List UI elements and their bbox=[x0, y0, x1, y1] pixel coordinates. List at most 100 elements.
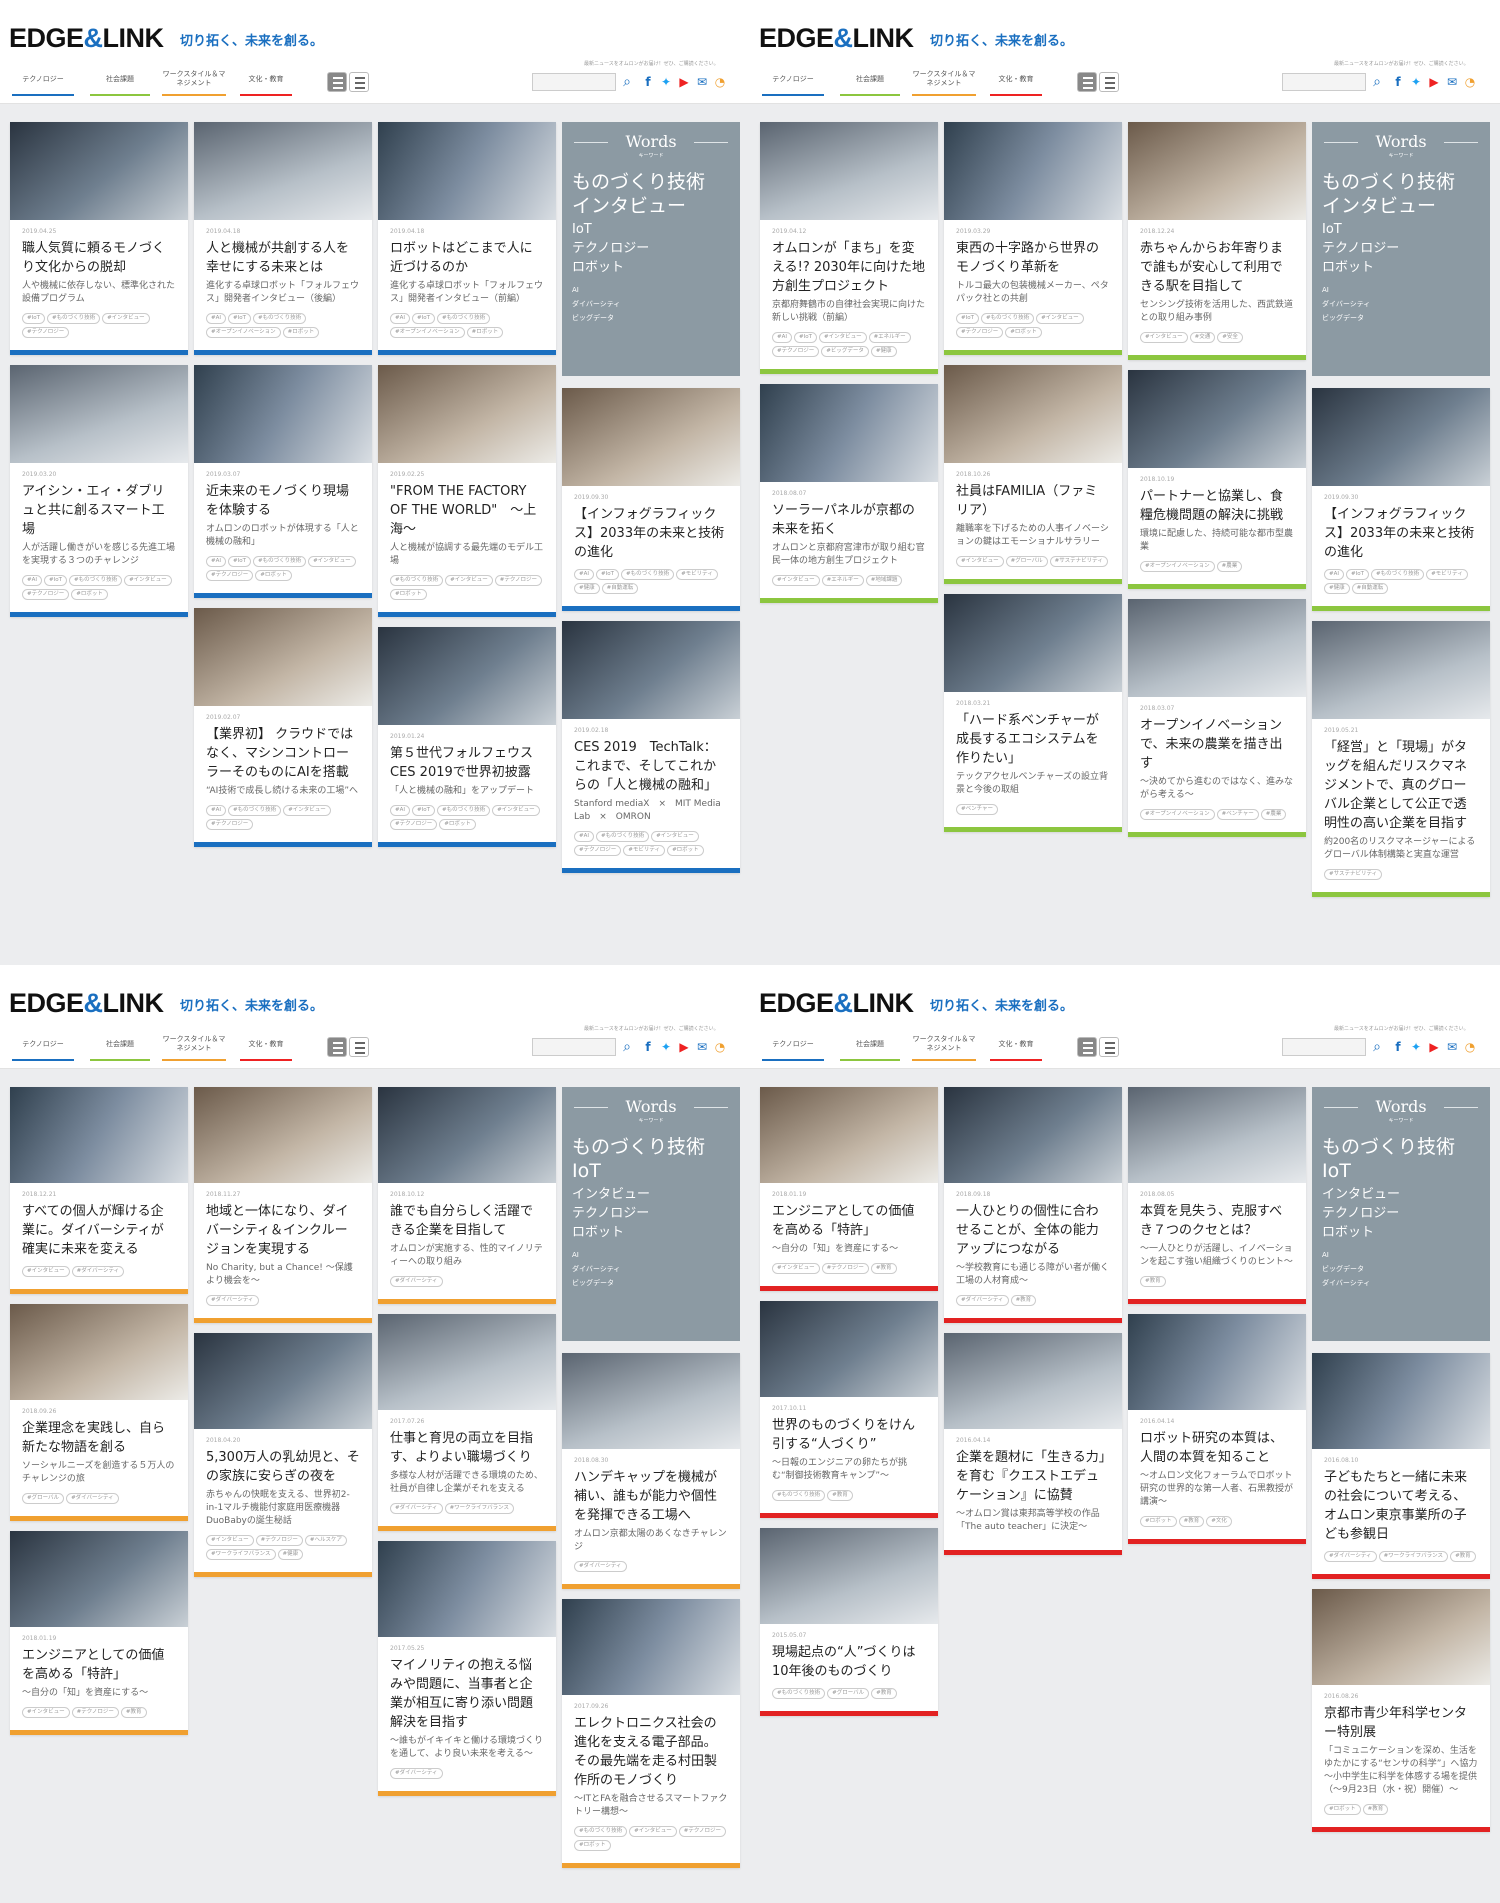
article-card[interactable]: 2018.10.19 パートナーと協業し、食糧危機問題の解決に挑戦 環境に配慮した、… bbox=[1128, 370, 1306, 589]
keyword-link[interactable]: AI bbox=[572, 283, 620, 297]
nav-item-3[interactable]: 文化・教育 bbox=[990, 1035, 1042, 1061]
tag-chip[interactable]: #健康 bbox=[574, 583, 600, 594]
facebook-icon[interactable]: f bbox=[640, 1038, 656, 1056]
grid-view-button[interactable] bbox=[327, 72, 347, 92]
article-card[interactable]: 2016.08.10 子どもたちと一緒に未来の社会について考える、オムロン東京事業… bbox=[1312, 1353, 1490, 1579]
tag-chip[interactable]: #IoT bbox=[596, 569, 619, 580]
article-card[interactable]: 2018.09.18 一人ひとりの個性に合わせることが、全体の能力アップにつながる… bbox=[944, 1087, 1122, 1323]
keyword-link[interactable]: IoT bbox=[1322, 1159, 1455, 1183]
tag-chip[interactable]: #AI bbox=[206, 313, 226, 324]
nav-item-0[interactable]: テクノロジー bbox=[12, 70, 74, 96]
tag-chip[interactable]: #インタビュー bbox=[22, 1266, 70, 1277]
tag-chip[interactable]: #テクノロジー bbox=[22, 589, 70, 600]
tag-chip[interactable]: #インタビュー bbox=[629, 1826, 677, 1837]
facebook-icon[interactable]: f bbox=[1390, 1038, 1406, 1056]
keyword-link[interactable]: IoT bbox=[572, 1159, 705, 1183]
tag-chip[interactable]: #ものづくり技術 bbox=[252, 556, 307, 567]
mail-icon[interactable]: ✉ bbox=[694, 1038, 710, 1056]
tag-chip[interactable]: #インタビュー bbox=[22, 1707, 70, 1718]
tag-chip[interactable]: #テクノロジー bbox=[772, 346, 820, 357]
tag-chip[interactable]: #教育 bbox=[120, 1707, 147, 1718]
tag-chip[interactable]: #インタビュー bbox=[1140, 332, 1188, 343]
facebook-icon[interactable]: f bbox=[1390, 73, 1406, 91]
keyword-link[interactable]: インタビュー bbox=[572, 1185, 650, 1204]
article-card[interactable]: 2019.05.21 「経営」と「現場」がタッグを組んだリスクマネジメントで、真の… bbox=[1312, 621, 1490, 897]
tag-chip[interactable]: #IoT bbox=[22, 313, 45, 324]
tag-chip[interactable]: #テクノロジー bbox=[821, 1263, 869, 1274]
youtube-icon[interactable]: ▶ bbox=[676, 1038, 692, 1056]
tag-chip[interactable]: #教育 bbox=[1010, 1295, 1037, 1306]
tag-chip[interactable]: #ヘルスケア bbox=[304, 1535, 347, 1546]
tag-chip[interactable]: #ロボット bbox=[466, 327, 504, 338]
article-card[interactable]: 2019.02.07 【業界初】 クラウドではなく、マシンコントローラーそのものに… bbox=[194, 608, 372, 847]
tag-chip[interactable]: #ロボット bbox=[667, 845, 704, 856]
tag-chip[interactable]: #教育 bbox=[1362, 1804, 1389, 1815]
twitter-icon[interactable]: ✦ bbox=[1408, 1038, 1424, 1056]
tag-chip[interactable]: #健康 bbox=[277, 1549, 304, 1560]
tag-chip[interactable]: #自動運転 bbox=[601, 583, 639, 594]
keyword-link[interactable]: ロボット bbox=[572, 258, 649, 277]
search-input[interactable] bbox=[532, 73, 616, 91]
mail-icon[interactable]: ✉ bbox=[1444, 1038, 1460, 1056]
keyword-link[interactable]: IoT bbox=[1322, 220, 1399, 239]
keyword-link[interactable]: ビッグデータ bbox=[1322, 311, 1370, 325]
tag-chip[interactable]: #テクノロジー bbox=[574, 845, 622, 856]
article-card[interactable]: 2019.03.29 東西の十字路から世界のモノづくり革新を トルコ最大の包装機械メ… bbox=[944, 122, 1122, 355]
article-card[interactable]: 2019.01.24 第５世代フォルフェウス CES 2019で世界初披露 「人と機… bbox=[378, 627, 556, 847]
search-input[interactable] bbox=[532, 1038, 616, 1056]
nav-item-1[interactable]: 社会課題 bbox=[90, 70, 150, 96]
article-card[interactable]: 2018.08.30 ハンデキャップを機械が補い、誰もが能力や個性を発揮できる工場… bbox=[562, 1353, 740, 1589]
article-card[interactable]: 2017.05.25 マイノリティの抱える悩みや問題に、当事者と企業が相互に寄り添… bbox=[378, 1541, 556, 1796]
nav-item-0[interactable]: テクノロジー bbox=[762, 1035, 824, 1061]
nav-item-3[interactable]: 文化・教育 bbox=[240, 1035, 292, 1061]
keyword-link[interactable]: AI bbox=[1322, 1248, 1370, 1262]
tag-chip[interactable]: #IoT bbox=[956, 313, 979, 324]
keyword-link[interactable]: AI bbox=[1322, 283, 1370, 297]
tag-chip[interactable]: #ものづくり技術 bbox=[436, 313, 491, 324]
list-view-button[interactable] bbox=[1099, 1037, 1119, 1057]
article-card[interactable]: 2019.04.25 職人気質に頼るモノづくり文化からの脱却 人や機械に依存しない、… bbox=[10, 122, 188, 355]
tag-chip[interactable]: #ダイバーシティ bbox=[1324, 1551, 1377, 1562]
search-icon[interactable]: ⌕ bbox=[618, 73, 636, 91]
tag-chip[interactable]: #ロボット bbox=[439, 819, 476, 830]
tag-chip[interactable]: #グローバル bbox=[1005, 556, 1048, 567]
nav-item-2[interactable]: ワークスタイル＆マネジメント bbox=[162, 70, 226, 96]
keyword-link[interactable]: ビッグデータ bbox=[572, 1276, 620, 1290]
tag-chip[interactable]: #教育 bbox=[1450, 1551, 1476, 1562]
tag-chip[interactable]: #健康 bbox=[870, 346, 897, 357]
tag-chip[interactable]: #インタビュー bbox=[206, 1535, 254, 1546]
tag-chip[interactable]: #テクノロジー bbox=[494, 575, 542, 586]
tag-chip[interactable]: #インタビュー bbox=[956, 556, 1004, 567]
tag-chip[interactable]: #オープンイノベーション bbox=[1140, 809, 1215, 820]
article-card[interactable]: 2019.04.12 オムロンが「まち」を変える!? 2030年に向けた地方創生プ… bbox=[760, 122, 938, 374]
keyword-link[interactable]: ビッグデータ bbox=[572, 311, 620, 325]
tag-chip[interactable]: #オープンイノベーション bbox=[206, 327, 281, 338]
article-card[interactable]: 2019.02.18 CES 2019 TechTalk：これまで、そしてこれから… bbox=[562, 621, 740, 873]
keyword-link[interactable]: ものづくり技術 bbox=[1322, 170, 1455, 194]
article-card[interactable]: 2019.02.25 "FROM THE FACTORY OF THE WORLD… bbox=[378, 365, 556, 617]
mail-icon[interactable]: ✉ bbox=[1444, 73, 1460, 91]
list-view-button[interactable] bbox=[1099, 72, 1119, 92]
article-card[interactable]: 2019.04.18 ロボットはどこまで人に近づけるのか 進化する卓球ロボット「フォ… bbox=[378, 122, 556, 355]
article-card[interactable]: 2016.04.14 ロボット研究の本質は、人間の本質を知ること ～オムロン文化フォ… bbox=[1128, 1314, 1306, 1544]
mail-icon[interactable]: ✉ bbox=[694, 73, 710, 91]
keyword-link[interactable]: テクノロジー bbox=[1322, 239, 1399, 258]
keyword-link[interactable]: テクノロジー bbox=[572, 239, 649, 258]
list-view-button[interactable] bbox=[349, 1037, 369, 1057]
tag-chip[interactable]: #教育 bbox=[1140, 1276, 1166, 1287]
site-logo[interactable]: EDGE&LINK bbox=[759, 23, 914, 54]
tag-chip[interactable]: #ものづくり技術 bbox=[574, 1826, 628, 1837]
tag-chip[interactable]: #テクノロジー bbox=[390, 819, 438, 830]
keyword-link[interactable]: インタビュー bbox=[1322, 1185, 1400, 1204]
twitter-icon[interactable]: ✦ bbox=[1408, 73, 1424, 91]
tag-chip[interactable]: #ダイバーシティ bbox=[390, 1503, 443, 1514]
search-input[interactable] bbox=[1282, 1038, 1366, 1056]
tag-chip[interactable]: #ロボット bbox=[1005, 327, 1042, 338]
nav-item-2[interactable]: ワークスタイル＆マネジメント bbox=[912, 70, 976, 96]
rss-icon[interactable]: ◔ bbox=[1462, 1038, 1478, 1056]
search-icon[interactable]: ⌕ bbox=[618, 1038, 636, 1056]
tag-chip[interactable]: #テクノロジー bbox=[255, 1535, 303, 1546]
keyword-link[interactable]: ものづくり技術 bbox=[572, 1135, 705, 1159]
article-card[interactable]: 2017.10.11 世界のものづくりをけん引する“人づくり” ～日報のエンジニアの… bbox=[760, 1301, 938, 1518]
rss-icon[interactable]: ◔ bbox=[712, 73, 728, 91]
